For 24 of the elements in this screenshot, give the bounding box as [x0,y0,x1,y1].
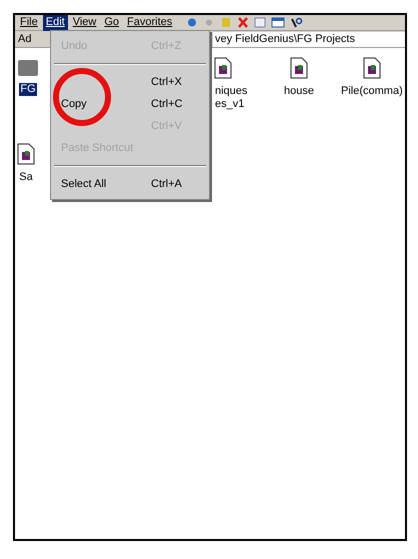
file-label[interactable]: Pile(comma) [340,85,404,98]
properties-icon[interactable] [253,16,268,29]
file-label[interactable]: FG [19,83,37,96]
address-field[interactable]: vey FieldGenius\FG Projects [213,32,405,46]
document-icon [214,57,232,79]
window-icon[interactable] [270,16,286,29]
file-label[interactable]: niques es_v1 [214,85,248,111]
address-label: Ad [17,32,32,45]
circle-annotation [52,67,112,127]
menu-entry[interactable]: Select All Ctrl+A [51,173,209,195]
menu-item[interactable]: Go [101,15,122,31]
file-label[interactable]: Sa [18,171,34,184]
menu-entry[interactable]: Ctrl+X [51,71,209,93]
menu-item[interactable]: View [70,15,100,31]
document-icon [362,57,381,79]
file-label[interactable]: house [283,85,315,98]
menu-entry[interactable]: Copy Ctrl+C [51,93,209,115]
menu-item[interactable]: File [17,15,41,31]
menu-item[interactable]: Edit [42,15,68,31]
menu-item[interactable]: Favorites [124,15,176,31]
folder-icon [17,57,39,77]
document-icon [290,57,308,79]
document-icon [17,143,35,165]
delete-x-icon[interactable] [236,16,250,29]
